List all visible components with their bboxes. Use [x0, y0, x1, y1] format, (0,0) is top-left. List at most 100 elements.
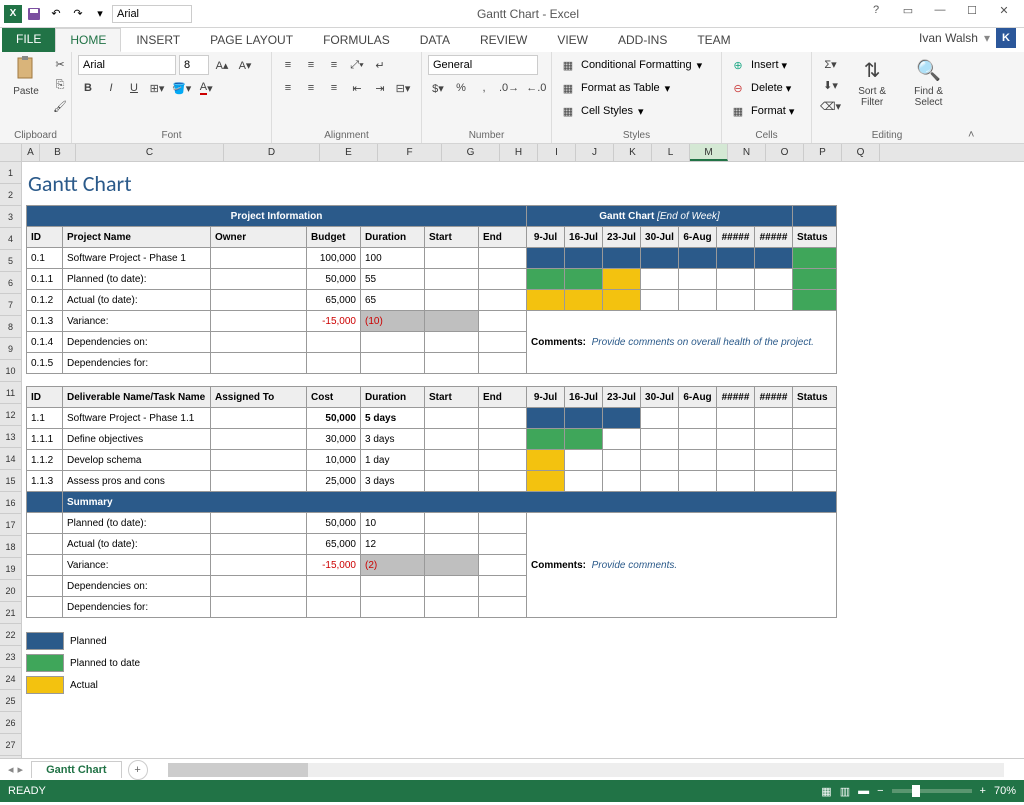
col-header-L[interactable]: L — [652, 144, 690, 161]
sheet-tab-active[interactable]: Gantt Chart — [31, 761, 122, 778]
table-row[interactable]: 1.1.1Define objectives30,0003 days — [27, 429, 837, 450]
ribbon-tab-insert[interactable]: INSERT — [121, 28, 195, 52]
wrap-text-icon[interactable]: ↵ — [370, 55, 390, 75]
row-header-10[interactable]: 10 — [0, 360, 21, 382]
table-row[interactable]: 0.1.1Planned (to date):50,00055 — [27, 269, 837, 290]
align-bottom-icon[interactable]: ≡ — [324, 55, 344, 75]
font-size-select[interactable] — [179, 55, 209, 75]
ribbon-tab-add-ins[interactable]: ADD-INS — [603, 28, 682, 52]
clear-icon[interactable]: ⌫▾ — [818, 96, 843, 116]
col-header-H[interactable]: H — [500, 144, 538, 161]
conditional-formatting-button[interactable]: ▦Conditional Formatting▾ — [558, 54, 702, 76]
underline-icon[interactable]: U — [124, 78, 144, 98]
ribbon-tab-page-layout[interactable]: PAGE LAYOUT — [195, 28, 308, 52]
row-header-19[interactable]: 19 — [0, 558, 21, 580]
zoom-level[interactable]: 70% — [994, 785, 1016, 797]
align-middle-icon[interactable]: ≡ — [301, 55, 321, 75]
ribbon-tab-formulas[interactable]: FORMULAS — [308, 28, 405, 52]
ribbon-display-icon[interactable]: ▭ — [896, 4, 920, 24]
increase-font-icon[interactable]: A▴ — [212, 55, 232, 75]
undo-icon[interactable]: ↶ — [46, 4, 66, 24]
format-as-table-button[interactable]: ▦Format as Table▾ — [558, 77, 702, 99]
sort-filter-button[interactable]: ⇅Sort & Filter — [847, 54, 897, 110]
ribbon-tab-view[interactable]: VIEW — [542, 28, 603, 52]
help-icon[interactable]: ? — [864, 4, 888, 24]
row-header-22[interactable]: 22 — [0, 624, 21, 646]
col-header-I[interactable]: I — [538, 144, 576, 161]
align-right-icon[interactable]: ≡ — [324, 78, 344, 98]
file-tab[interactable]: FILE — [2, 28, 55, 52]
row-header-3[interactable]: 3 — [0, 206, 21, 228]
maximize-icon[interactable]: ☐ — [960, 4, 984, 24]
row-header-8[interactable]: 8 — [0, 316, 21, 338]
row-header-11[interactable]: 11 — [0, 382, 21, 404]
col-header-M[interactable]: M — [690, 144, 728, 161]
row-header-20[interactable]: 20 — [0, 580, 21, 602]
row-header-6[interactable]: 6 — [0, 272, 21, 294]
col-header-G[interactable]: G — [442, 144, 500, 161]
user-avatar[interactable]: K — [996, 28, 1016, 48]
format-painter-icon[interactable]: 🖌 — [50, 96, 70, 116]
row-header-13[interactable]: 13 — [0, 426, 21, 448]
col-header-D[interactable]: D — [224, 144, 320, 161]
zoom-out-icon[interactable]: − — [877, 785, 883, 797]
italic-icon[interactable]: I — [101, 78, 121, 98]
row-header-23[interactable]: 23 — [0, 646, 21, 668]
percent-icon[interactable]: % — [451, 78, 471, 98]
row-header-9[interactable]: 9 — [0, 338, 21, 360]
fill-icon[interactable]: ⬇▾ — [818, 75, 843, 95]
user-name[interactable]: Ivan Walsh — [919, 31, 978, 45]
table-row[interactable]: 0.1.3Variance:-15,000(10)Comments: Provi… — [27, 311, 837, 332]
view-pagebreak-icon[interactable]: ▬ — [858, 785, 869, 797]
decrease-font-icon[interactable]: A▾ — [235, 55, 255, 75]
add-sheet-icon[interactable]: + — [128, 760, 148, 780]
col-header-B[interactable]: B — [40, 144, 76, 161]
align-left-icon[interactable]: ≡ — [278, 78, 298, 98]
increase-decimal-icon[interactable]: .0→ — [497, 78, 521, 98]
col-header-O[interactable]: O — [766, 144, 804, 161]
decrease-decimal-icon[interactable]: ←.0 — [524, 78, 548, 98]
close-icon[interactable]: ✕ — [992, 4, 1016, 24]
qat-font-select[interactable] — [112, 5, 192, 23]
horizontal-scrollbar[interactable] — [168, 763, 1004, 777]
worksheet[interactable]: Gantt Chart Project InformationGantt Cha… — [22, 162, 1024, 758]
border-icon[interactable]: ⊞▾ — [147, 78, 167, 98]
ribbon-tab-data[interactable]: DATA — [405, 28, 465, 52]
font-color-icon[interactable]: A▾ — [196, 78, 216, 98]
row-header-15[interactable]: 15 — [0, 470, 21, 492]
row-header-25[interactable]: 25 — [0, 690, 21, 712]
col-header-J[interactable]: J — [576, 144, 614, 161]
collapse-ribbon-icon[interactable]: ˄ — [962, 127, 980, 143]
fill-color-icon[interactable]: 🪣▾ — [170, 78, 193, 98]
qat-dropdown-icon[interactable]: ▾ — [90, 4, 110, 24]
align-top-icon[interactable]: ≡ — [278, 55, 298, 75]
ribbon-tab-review[interactable]: REVIEW — [465, 28, 542, 52]
tab-nav-prev-icon[interactable]: ◂ — [8, 763, 14, 776]
table-row[interactable]: 0.1Software Project - Phase 1100,000100 — [27, 248, 837, 269]
tab-nav-next-icon[interactable]: ▸ — [18, 763, 24, 776]
row-header-26[interactable]: 26 — [0, 712, 21, 734]
autosum-icon[interactable]: Σ▾ — [818, 54, 843, 74]
row-header-7[interactable]: 7 — [0, 294, 21, 316]
format-cells-button[interactable]: ▦Format▾ — [728, 100, 794, 122]
minimize-icon[interactable]: — — [928, 4, 952, 24]
font-family-select[interactable] — [78, 55, 176, 75]
row-header-24[interactable]: 24 — [0, 668, 21, 690]
redo-icon[interactable]: ↷ — [68, 4, 88, 24]
save-icon[interactable] — [24, 4, 44, 24]
copy-icon[interactable]: ⎘ — [50, 75, 70, 95]
merge-icon[interactable]: ⊟▾ — [393, 78, 413, 98]
col-header-E[interactable]: E — [320, 144, 378, 161]
decrease-indent-icon[interactable]: ⇤ — [347, 78, 367, 98]
insert-cells-button[interactable]: ⊕Insert▾ — [728, 54, 794, 76]
delete-cells-button[interactable]: ⊖Delete▾ — [728, 77, 794, 99]
col-header-C[interactable]: C — [76, 144, 224, 161]
row-header-1[interactable]: 1 — [0, 162, 21, 184]
table-row[interactable]: 1.1.2Develop schema10,0001 day — [27, 450, 837, 471]
ribbon-tab-home[interactable]: HOME — [55, 28, 121, 52]
view-normal-icon[interactable]: ▦ — [821, 785, 831, 798]
zoom-in-icon[interactable]: + — [980, 785, 986, 797]
col-header-Q[interactable]: Q — [842, 144, 880, 161]
cell-styles-button[interactable]: ▦Cell Styles▾ — [558, 100, 702, 122]
orientation-icon[interactable]: ⤢▾ — [347, 55, 367, 75]
